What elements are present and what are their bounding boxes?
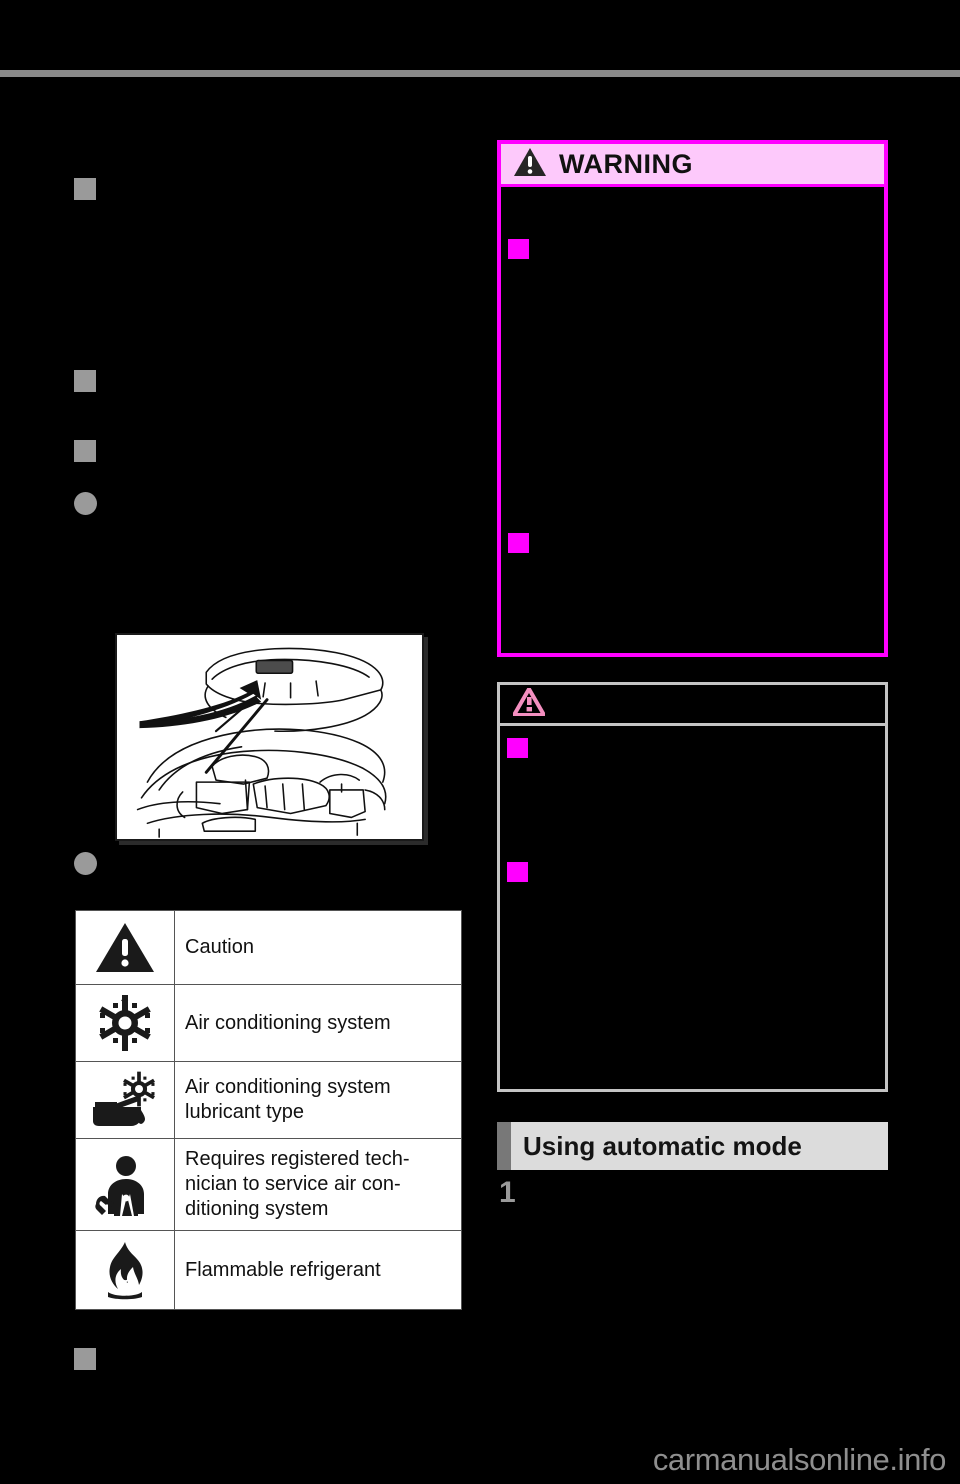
warning-box-header: WARNING (501, 144, 884, 187)
site-watermark: carmanualsonline.info (652, 1442, 947, 1477)
table-row: Requires registered tech- nician to serv… (75, 1138, 462, 1231)
section-accent-bar (497, 1122, 511, 1170)
section-header: Using automatic mode (497, 1122, 888, 1170)
notice-box-header (500, 684, 885, 726)
list-bullet-square (74, 370, 96, 392)
symbol-meaning-table: Caution Air conditioning system Air cond… (75, 910, 462, 1310)
table-cell-label: Air conditioning system lubricant type (174, 1061, 462, 1139)
table-cell-label: Caution (174, 910, 462, 985)
warning-triangle-icon (513, 147, 547, 182)
warning-box-body (501, 187, 884, 650)
table-row: Flammable refrigerant (75, 1230, 462, 1310)
table-row: Caution (75, 910, 462, 985)
technician-icon (75, 1138, 175, 1231)
list-bullet-square (74, 440, 96, 462)
table-row: Air conditioning system (75, 984, 462, 1062)
warning-box: WARNING (497, 140, 888, 657)
notice-box (497, 682, 888, 1092)
flame-icon (75, 1230, 175, 1310)
warning-box-title: WARNING (559, 148, 693, 179)
oil-can-snowflake-icon (75, 1061, 175, 1139)
warning-bullet-square (508, 239, 529, 259)
list-bullet-square (74, 178, 96, 200)
table-cell-label: Flammable refrigerant (174, 1230, 462, 1310)
notice-bullet-square (507, 862, 528, 882)
list-bullet-round (74, 492, 97, 515)
warning-bullet-square (508, 533, 529, 553)
page-top-rule (0, 70, 960, 77)
notice-triangle-icon (510, 684, 548, 721)
list-bullet-round (74, 852, 97, 875)
engine-hood-illustration (115, 633, 424, 841)
table-cell-label: Air conditioning system (174, 984, 462, 1062)
table-row: Air conditioning system lubricant type (75, 1061, 462, 1139)
list-bullet-square (74, 1348, 96, 1370)
snowflake-icon (75, 984, 175, 1062)
page-title: Using automatic mode (523, 1130, 802, 1161)
table-cell-label: Requires registered tech- nician to serv… (174, 1138, 462, 1231)
caution-triangle-icon (75, 910, 175, 985)
notice-box-body (500, 726, 885, 1086)
notice-bullet-square (507, 738, 528, 758)
step-number: 1 (499, 1176, 516, 1209)
